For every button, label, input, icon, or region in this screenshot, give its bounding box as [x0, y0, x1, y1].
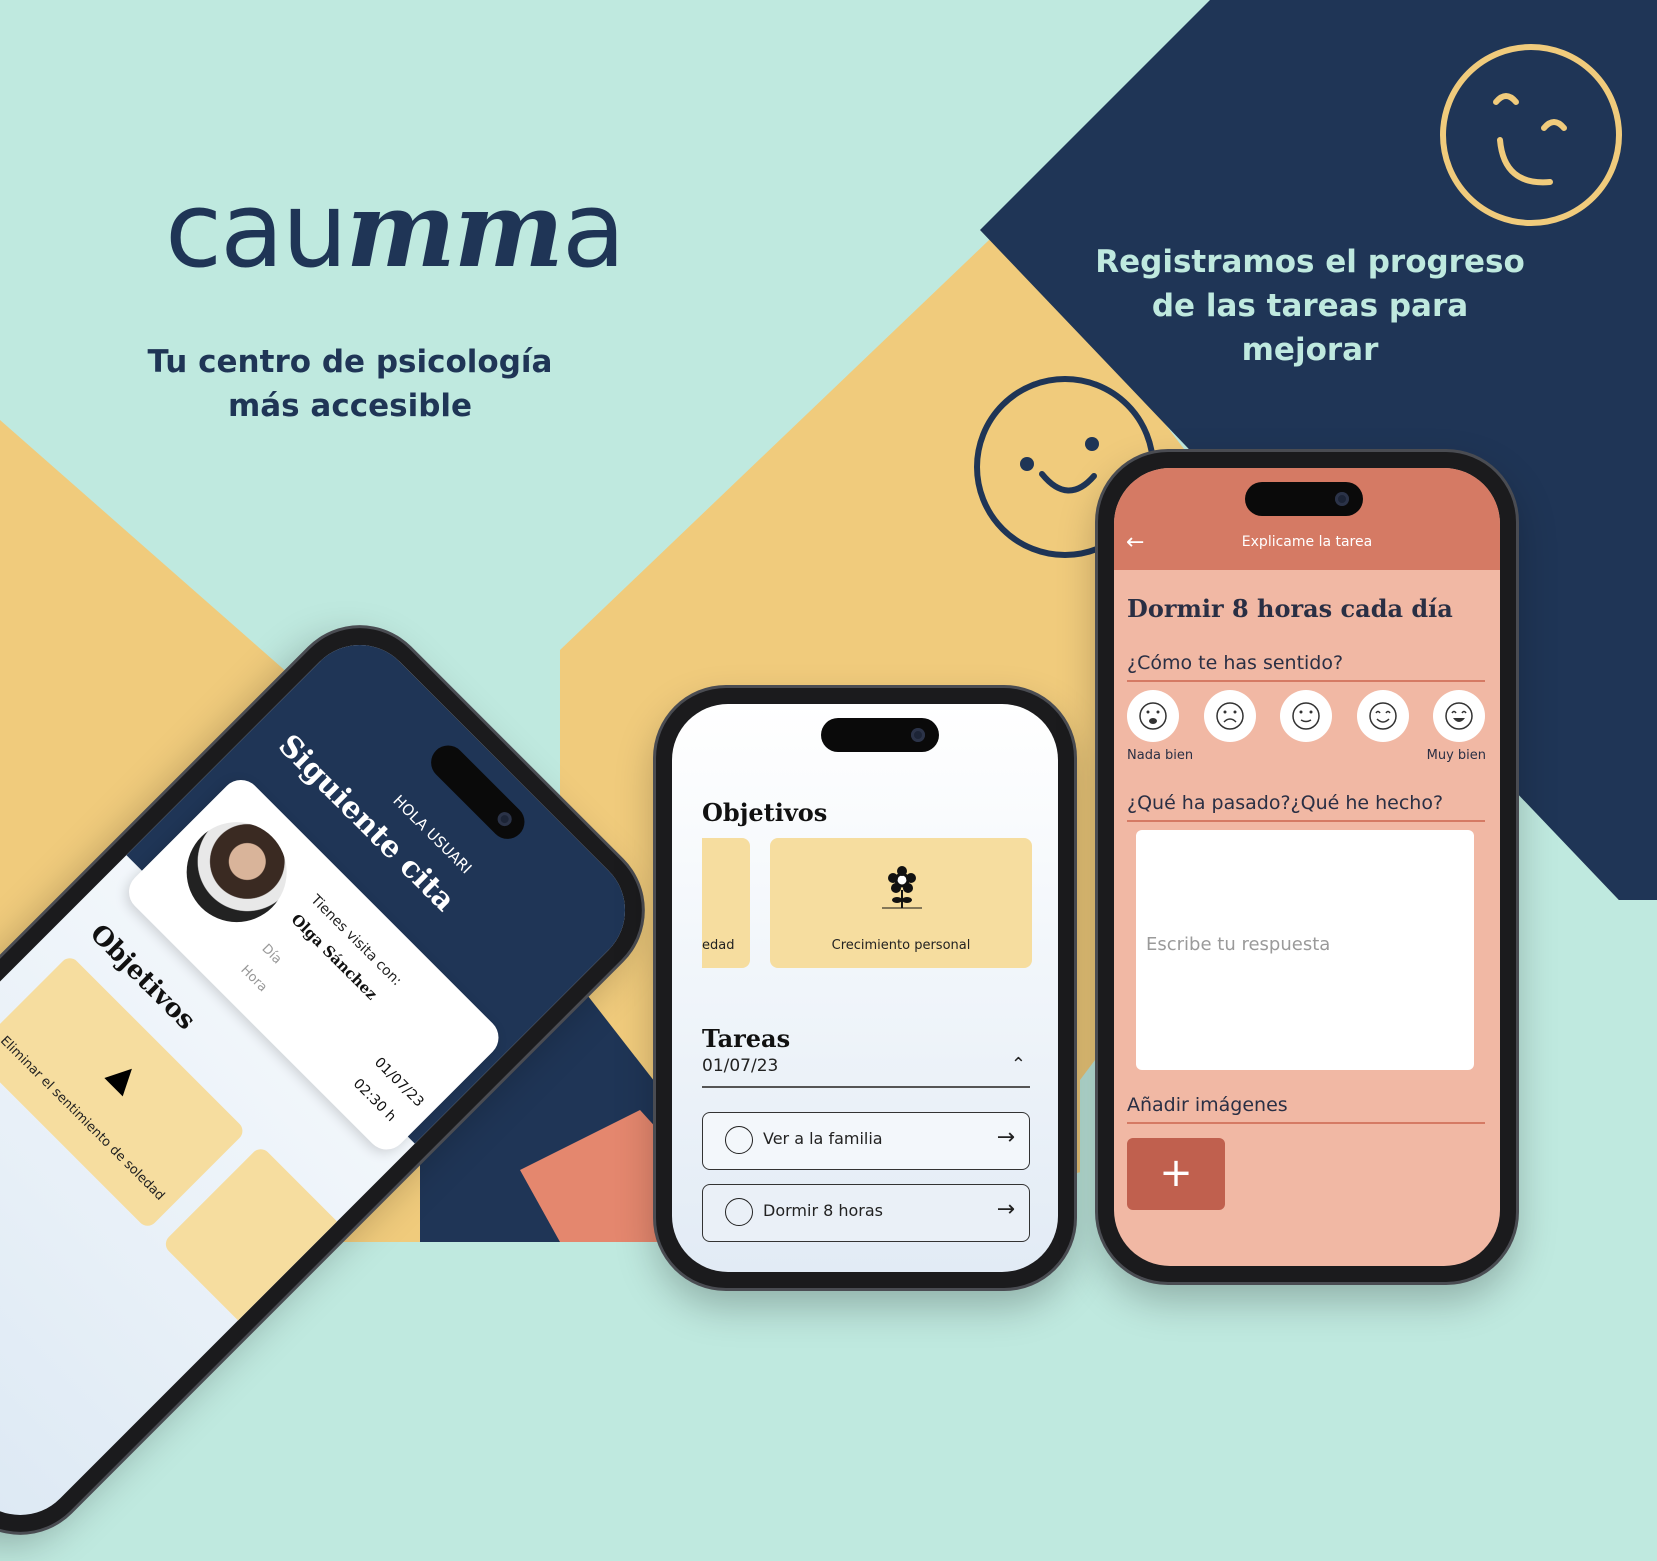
very-happy-face-icon[interactable] — [1433, 690, 1485, 742]
objective-label: Eliminar el sentimiento de soledad — [0, 1033, 168, 1204]
answer-placeholder: Escribe tu respuesta — [1146, 934, 1331, 955]
objective-label: Crecimiento personal — [831, 938, 971, 953]
mood-selector — [1127, 690, 1485, 742]
feeling-question: ¿Cómo te has sentido? — [1127, 652, 1485, 682]
flower-icon — [882, 866, 922, 909]
task-title: Dormir 8 horas cada día — [1127, 594, 1453, 623]
objective-card[interactable]: Crecimiento personal — [770, 838, 1032, 968]
tasks-date: 01/07/23 — [702, 1056, 779, 1076]
sad-face-icon[interactable] — [1203, 690, 1256, 742]
lighthouse-icon: ▲ — [100, 1053, 148, 1100]
day-label: Día — [258, 941, 285, 968]
neutral-face-icon[interactable] — [1280, 690, 1332, 742]
add-image-button[interactable]: + — [1127, 1138, 1225, 1210]
chevron-up-icon[interactable]: ⌃ — [1011, 1054, 1026, 1075]
task-item[interactable]: Dormir 8 horas → — [702, 1184, 1030, 1242]
phone-right: ← Explicame la tarea Dormir 8 horas cada… — [1098, 452, 1516, 1282]
promo-text: Registramos el progreso de las tareas pa… — [1095, 244, 1525, 368]
phone-middle: Objetivos edad Crecimiento personal Tare… — [656, 688, 1074, 1288]
objective-card-partial[interactable]: edad — [702, 838, 750, 968]
arrow-right-icon[interactable]: → — [997, 1197, 1015, 1222]
header-title: Explicame la tarea — [1241, 534, 1373, 550]
happy-face-icon[interactable] — [1356, 690, 1409, 742]
hour-label: Hora — [237, 962, 270, 996]
objective-card[interactable]: ▲ Eliminar el sentimiento de soledad — [0, 954, 247, 1230]
scale-low-label: Nada bien — [1127, 748, 1194, 763]
tasks-date-selector[interactable]: 01/07/23 ⌃ — [702, 1054, 1030, 1088]
objective-partial-label: edad — [702, 938, 735, 953]
objectives-title: Objetivos — [702, 798, 828, 827]
very-sad-face-icon[interactable] — [1127, 690, 1179, 742]
winking-smiley-icon — [1440, 44, 1622, 226]
task-checkbox[interactable] — [725, 1198, 753, 1226]
task-label: Dormir 8 horas — [763, 1201, 884, 1220]
task-checkbox[interactable] — [725, 1126, 753, 1154]
task-label: Ver a la familia — [763, 1129, 883, 1148]
add-images-label: Añadir imágenes — [1127, 1094, 1485, 1124]
task-item[interactable]: Ver a la familia → — [702, 1112, 1030, 1170]
arrow-right-icon[interactable]: → — [997, 1125, 1015, 1150]
brand-tagline: Tu centro de psicología más accesible — [147, 344, 553, 424]
happened-question: ¿Qué ha pasado?¿Qué he hecho? — [1127, 792, 1485, 822]
tasks-title: Tareas — [702, 1024, 791, 1053]
brand-logo: caumma — [165, 168, 626, 291]
answer-textarea[interactable]: Escribe tu respuesta — [1136, 830, 1474, 1070]
scale-high-label: Muy bien — [1426, 748, 1486, 763]
